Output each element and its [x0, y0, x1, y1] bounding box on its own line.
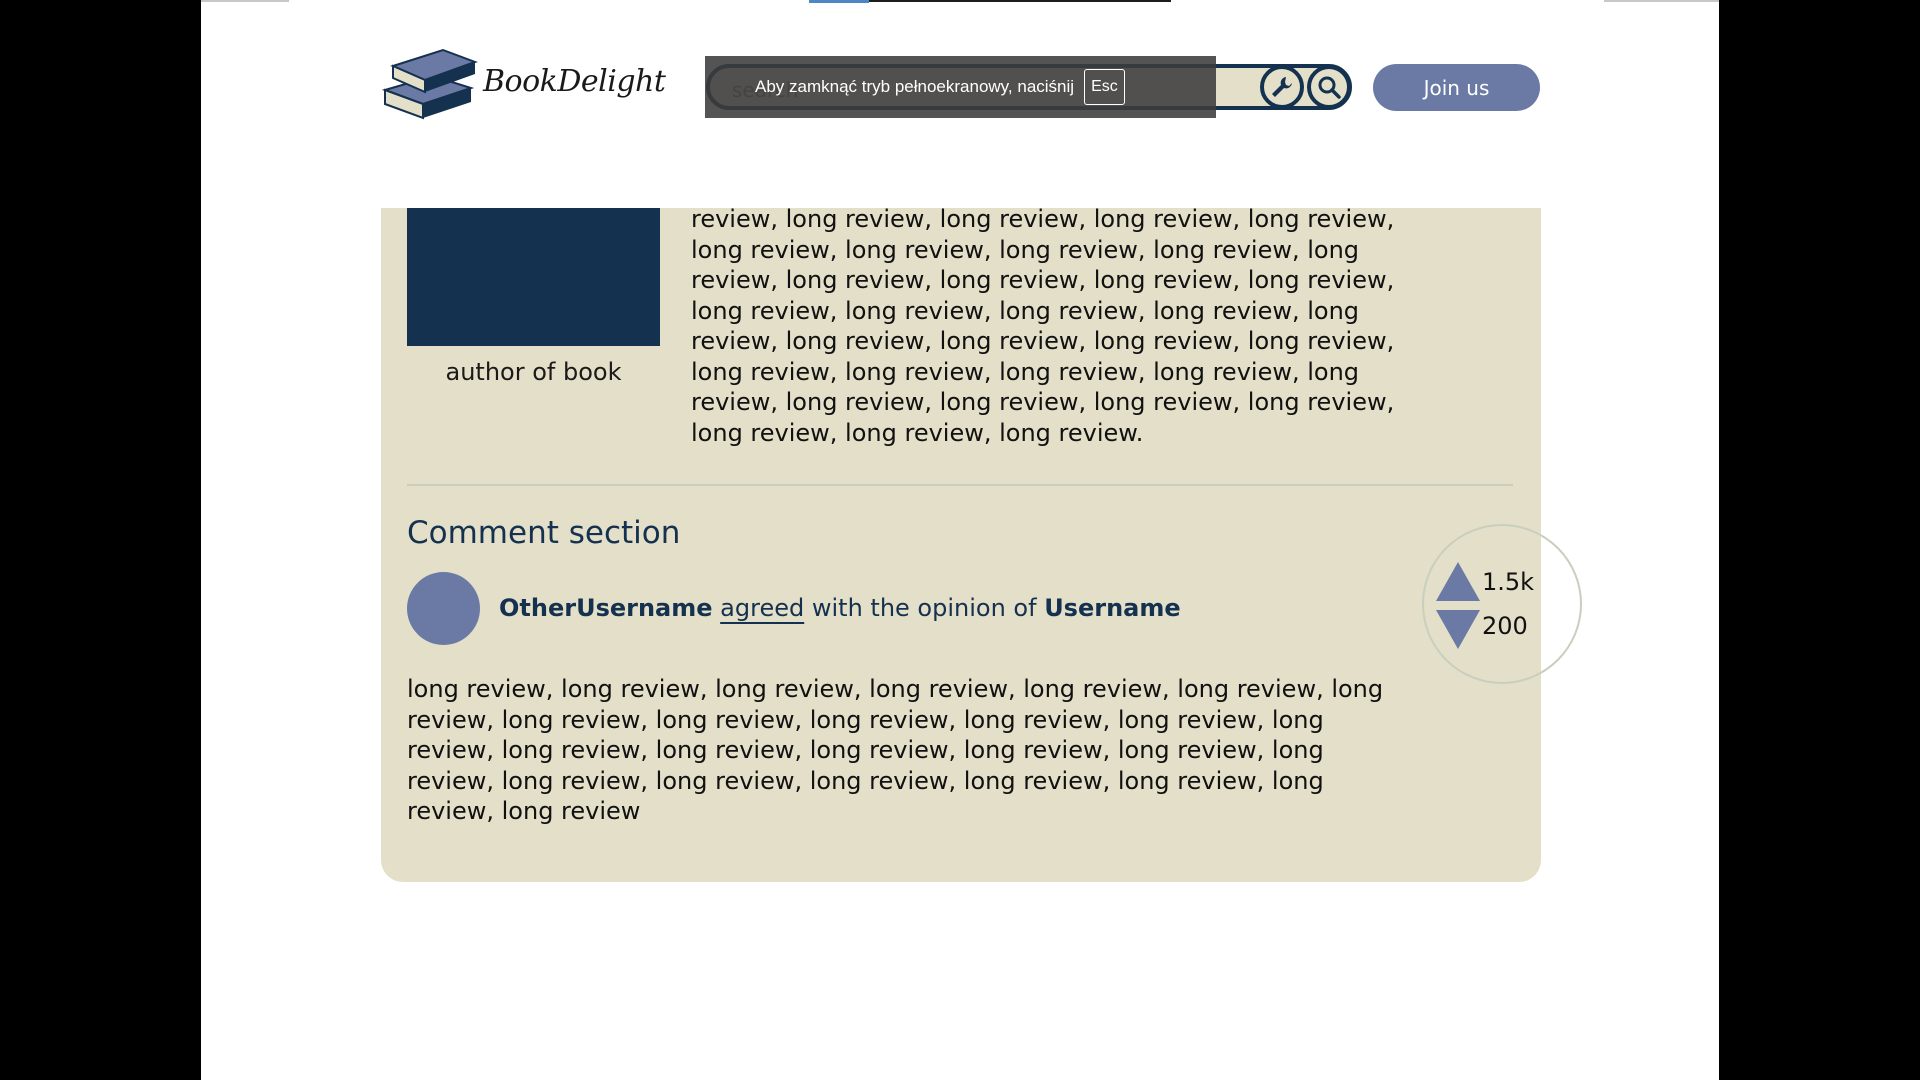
avatar[interactable]: [407, 572, 480, 645]
fullscreen-notice: Aby zamknąć tryb pełnoekranowy, naciśnij…: [705, 56, 1216, 118]
book-cover[interactable]: [407, 208, 660, 346]
top-edge-line: [869, 0, 1171, 2]
top-edge-line: [1604, 0, 1719, 2]
upvote-arrow-icon[interactable]: [1436, 562, 1480, 601]
top-edge-accent: [809, 0, 869, 3]
vote-widget: [1422, 524, 1582, 684]
review-text: review, long review, long review, long r…: [691, 205, 1395, 447]
downvote-arrow-icon[interactable]: [1436, 610, 1480, 649]
review-card: author of book review, long review, long…: [381, 205, 1582, 882]
filter-button[interactable]: [1260, 65, 1304, 109]
top-edge-line: [201, 0, 289, 2]
upvote-count: 1.5k: [1482, 568, 1535, 596]
books-logo-icon[interactable]: [379, 46, 479, 126]
downvote-count: 200: [1482, 612, 1528, 640]
page: BookDelight Join us Aby zamknąć tryb peł…: [201, 0, 1719, 1080]
esc-key-hint: Esc: [1084, 69, 1125, 105]
comment-section-title: Comment section: [407, 515, 681, 551]
search-icon: [1318, 76, 1341, 99]
opinion-link[interactable]: agreed: [720, 594, 804, 622]
brand-name[interactable]: BookDelight: [483, 64, 666, 99]
comment-activity: OtherUsername agreed with the opinion of…: [499, 594, 1181, 622]
activity-connector: with the opinion of: [811, 594, 1037, 622]
join-us-button[interactable]: Join us: [1373, 64, 1540, 111]
book-author[interactable]: author of book: [407, 358, 660, 386]
fullscreen-notice-text: Aby zamknąć tryb pełnoekranowy, naciśnij: [755, 77, 1075, 96]
search-button[interactable]: [1307, 65, 1351, 109]
section-divider: [407, 484, 1513, 486]
comment-text: long review, long review, long review, l…: [407, 675, 1384, 825]
target-username[interactable]: Username: [1044, 594, 1180, 622]
commenter-username[interactable]: OtherUsername: [499, 594, 713, 622]
wrench-icon: [1272, 77, 1292, 97]
